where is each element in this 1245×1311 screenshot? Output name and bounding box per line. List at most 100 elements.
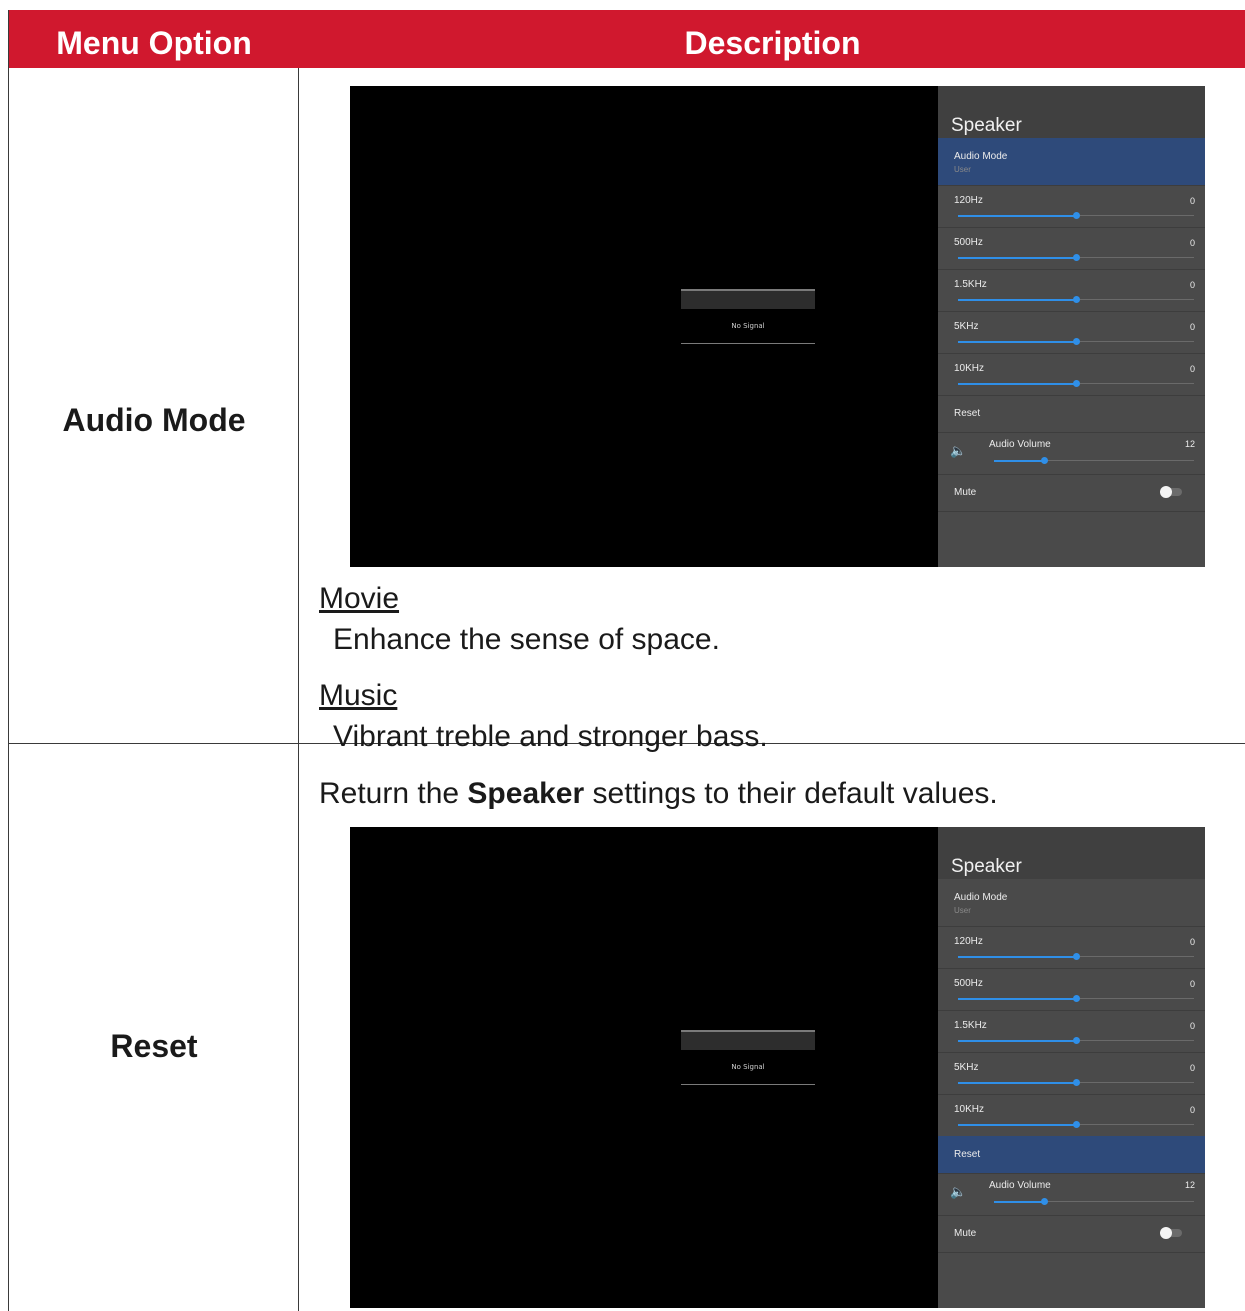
eq-band-value: 0 bbox=[1189, 322, 1195, 332]
eq-band-500hz[interactable]: 500Hz 0 bbox=[938, 227, 1205, 270]
item-music-desc: Vibrant treble and stronger bass. bbox=[333, 720, 768, 753]
slider-fill bbox=[958, 1124, 1076, 1126]
slider-knob[interactable] bbox=[1073, 995, 1080, 1002]
eq-band-label: 120Hz bbox=[954, 936, 983, 947]
audio-volume-value: 12 bbox=[1184, 439, 1195, 449]
toggle-thumb bbox=[1160, 1227, 1172, 1239]
reset-item[interactable]: Reset bbox=[938, 1136, 1205, 1174]
reset-item[interactable]: Reset bbox=[938, 395, 1205, 433]
slider-fill bbox=[958, 299, 1076, 301]
speaker-volume-icon: 🔈 bbox=[950, 444, 967, 459]
audio-volume-slider[interactable] bbox=[994, 457, 1194, 464]
screenshot-reset: No Signal Speaker Audio Mode User 120Hz 0 500… bbox=[350, 827, 1205, 1308]
slider-knob[interactable] bbox=[1073, 338, 1080, 345]
eq-band-1-5khz[interactable]: 1.5KHz 0 bbox=[938, 1010, 1205, 1053]
slider-knob[interactable] bbox=[1073, 953, 1080, 960]
slider-knob[interactable] bbox=[1041, 1198, 1048, 1205]
audio-mode-label: Audio Mode bbox=[954, 892, 1008, 903]
no-signal-text: No Signal bbox=[731, 322, 765, 330]
audio-volume-label: Audio Volume bbox=[989, 1180, 1051, 1191]
eq-band-label: 1.5KHz bbox=[954, 279, 987, 290]
slider-fill bbox=[958, 1082, 1076, 1084]
panel-title-bar: Speaker bbox=[938, 86, 1205, 138]
speaker-volume-icon: 🔈 bbox=[950, 1185, 967, 1200]
slider-knob[interactable] bbox=[1073, 1121, 1080, 1128]
panel-title: Speaker bbox=[951, 856, 1022, 877]
eq-band-label: 5KHz bbox=[954, 1062, 979, 1073]
item-movie-desc: Enhance the sense of space. bbox=[333, 623, 720, 656]
eq-band-10khz[interactable]: 10KHz 0 bbox=[938, 1094, 1205, 1137]
mute-item[interactable]: Mute bbox=[938, 1215, 1205, 1253]
slider-knob[interactable] bbox=[1073, 254, 1080, 261]
eq-band-slider[interactable] bbox=[958, 995, 1194, 1002]
audio-mode-label: Audio Mode bbox=[954, 151, 1008, 162]
no-signal-line bbox=[681, 343, 815, 344]
eq-band-value: 0 bbox=[1189, 979, 1195, 989]
slider-knob[interactable] bbox=[1073, 212, 1080, 219]
eq-band-1-5khz[interactable]: 1.5KHz 0 bbox=[938, 269, 1205, 312]
slider-fill bbox=[958, 1040, 1076, 1042]
eq-band-value: 0 bbox=[1189, 364, 1195, 374]
no-signal-box bbox=[681, 1030, 815, 1050]
no-signal-line bbox=[681, 1084, 815, 1085]
eq-band-slider[interactable] bbox=[958, 953, 1194, 960]
slider-knob[interactable] bbox=[1041, 457, 1048, 464]
slider-knob[interactable] bbox=[1073, 380, 1080, 387]
eq-band-5khz[interactable]: 5KHz 0 bbox=[938, 311, 1205, 354]
audio-mode-item[interactable]: Audio Mode User bbox=[938, 138, 1205, 186]
mute-item[interactable]: Mute bbox=[938, 474, 1205, 512]
eq-band-slider[interactable] bbox=[958, 1037, 1194, 1044]
speaker-panel: Speaker Audio Mode User 120Hz 0 500Hz 0 1.5KHz 0… bbox=[938, 827, 1205, 1308]
mute-toggle[interactable] bbox=[1160, 1227, 1182, 1239]
slider-knob[interactable] bbox=[1073, 1037, 1080, 1044]
eq-band-slider[interactable] bbox=[958, 296, 1194, 303]
slider-knob[interactable] bbox=[1073, 296, 1080, 303]
eq-band-value: 0 bbox=[1189, 280, 1195, 290]
screenshot-audio-mode: No Signal Speaker Audio Mode User 120Hz 0 500… bbox=[350, 86, 1205, 567]
eq-band-slider[interactable] bbox=[958, 254, 1194, 261]
reset-label: Reset bbox=[954, 1149, 981, 1160]
eq-band-slider[interactable] bbox=[958, 380, 1194, 387]
slider-knob[interactable] bbox=[1073, 1079, 1080, 1086]
audio-volume-slider[interactable] bbox=[994, 1198, 1194, 1205]
option-reset: Reset bbox=[110, 1028, 198, 1064]
slider-fill bbox=[958, 341, 1076, 343]
slider-fill bbox=[958, 383, 1076, 385]
eq-band-slider[interactable] bbox=[958, 1079, 1194, 1086]
toggle-thumb bbox=[1160, 486, 1172, 498]
audio-mode-value: User bbox=[954, 165, 971, 174]
audio-volume-item[interactable]: 🔈 Audio Volume 12 bbox=[938, 432, 1205, 475]
eq-band-500hz[interactable]: 500Hz 0 bbox=[938, 968, 1205, 1011]
eq-band-value: 0 bbox=[1189, 238, 1195, 248]
no-signal-box bbox=[681, 289, 815, 309]
header-menu-option: Menu Option bbox=[56, 25, 252, 61]
eq-band-value: 0 bbox=[1189, 937, 1195, 947]
mute-label: Mute bbox=[954, 1228, 977, 1239]
header-description: Description bbox=[684, 25, 861, 61]
eq-band-slider[interactable] bbox=[958, 1121, 1194, 1128]
reset-description: Return the Speaker settings to their def… bbox=[319, 777, 998, 810]
audio-mode-item[interactable]: Audio Mode User bbox=[938, 879, 1205, 927]
mute-toggle[interactable] bbox=[1160, 486, 1182, 498]
eq-band-label: 10KHz bbox=[954, 363, 985, 374]
reset-label: Reset bbox=[954, 408, 981, 419]
eq-band-120hz[interactable]: 120Hz 0 bbox=[938, 926, 1205, 969]
eq-band-10khz[interactable]: 10KHz 0 bbox=[938, 353, 1205, 396]
audio-mode-value: User bbox=[954, 906, 971, 915]
eq-band-5khz[interactable]: 5KHz 0 bbox=[938, 1052, 1205, 1095]
audio-volume-item[interactable]: 🔈 Audio Volume 12 bbox=[938, 1173, 1205, 1216]
table-header: Menu Option Description bbox=[9, 10, 1245, 68]
eq-band-slider[interactable] bbox=[958, 212, 1194, 219]
eq-band-label: 5KHz bbox=[954, 321, 979, 332]
no-signal-text: No Signal bbox=[731, 1063, 765, 1071]
menu-table: Menu Option Description Audio Mode No Si… bbox=[8, 10, 1245, 1311]
mute-label: Mute bbox=[954, 487, 977, 498]
slider-fill bbox=[958, 257, 1076, 259]
eq-band-slider[interactable] bbox=[958, 338, 1194, 345]
item-movie-name: Movie bbox=[319, 582, 400, 615]
option-audio-mode: Audio Mode bbox=[62, 402, 246, 438]
slider-fill bbox=[994, 460, 1044, 462]
eq-band-120hz[interactable]: 120Hz 0 bbox=[938, 185, 1205, 228]
slider-fill bbox=[994, 1201, 1044, 1203]
panel-title-bar: Speaker bbox=[938, 827, 1205, 879]
